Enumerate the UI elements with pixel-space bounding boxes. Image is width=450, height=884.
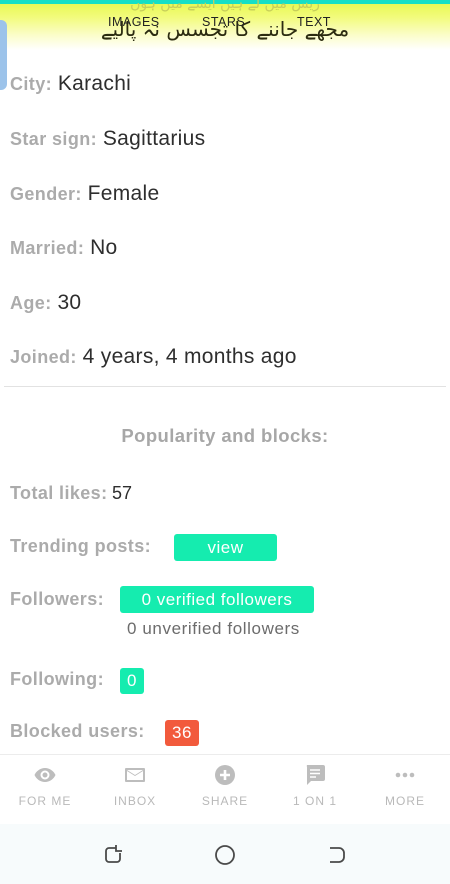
nav-for-me[interactable]: FOR ME [0,755,90,825]
trending-row: Trending posts: [10,536,151,557]
profile-row-gender: Gender: Female [10,182,159,206]
tab-images[interactable]: IMAGES [108,15,160,29]
nav-one-on-one-label: 1 ON 1 [292,794,337,808]
trending-view-button[interactable]: view [174,534,277,561]
unverified-followers-text[interactable]: 0 unverified followers [127,619,300,639]
mail-icon [90,763,180,787]
married-label: Married: [10,238,85,258]
gender-value: Female [87,182,160,205]
profile-row-joined: Joined: 4 years, 4 months ago [10,345,297,369]
age-value: 30 [57,291,82,314]
total-likes-label: Total likes: [10,483,108,503]
nav-share-label: SHARE [201,794,249,808]
star-sign-value: Sagittarius [102,127,206,150]
age-label: Age: [10,293,52,313]
nav-one-on-one[interactable]: 1 ON 1 [270,755,360,825]
nav-inbox[interactable]: INBOX [90,755,180,825]
following-row: Following: [10,669,104,690]
section-divider [4,386,446,387]
popularity-title: Popularity and blocks: [121,425,329,446]
married-value: No [90,236,118,259]
home-icon[interactable] [213,843,237,867]
blocked-label: Blocked users: [10,721,145,741]
recents-icon[interactable] [101,843,125,867]
plus-circle-icon [180,763,270,787]
banner-faint-text: ریس میں لے ہیں ایسے میں ہوں [130,0,320,12]
top-banner: ریس میں لے ہیں ایسے میں ہوں مجھے جاننے ک… [0,0,450,50]
scroll-indicator[interactable] [0,20,7,90]
star-sign-label: Star sign: [10,129,98,149]
profile-row-age: Age: 30 [10,291,81,315]
popularity-section [0,404,450,754]
blocked-count-button[interactable]: 36 [165,720,199,746]
nav-share[interactable]: SHARE [180,755,270,825]
eye-icon [0,763,90,787]
system-nav-bar [0,824,450,884]
profile-row-city: City: Karachi [10,72,131,96]
verified-followers-button[interactable]: 0 verified followers [120,586,314,613]
joined-label: Joined: [10,347,77,367]
more-dots-icon [360,763,450,787]
trending-label: Trending posts: [10,536,151,556]
joined-value: 4 years, 4 months ago [82,345,297,368]
tab-stars[interactable]: STARS [202,15,245,29]
blocked-row: Blocked users: [10,721,145,742]
nav-more-label: MORE [385,794,425,808]
gender-label: Gender: [10,184,82,204]
followers-label: Followers: [10,589,105,609]
tab-text[interactable]: TEXT [297,15,331,29]
nav-for-me-label: FOR ME [18,794,72,808]
nav-more[interactable]: MORE [360,755,450,825]
chat-icon [270,763,360,787]
followers-row: Followers: [10,589,104,610]
nav-inbox-label: INBOX [113,794,157,808]
following-label: Following: [10,669,104,689]
bottom-nav: FOR ME INBOX SHARE 1 ON 1 MORE [0,754,450,824]
city-value: Karachi [57,72,132,95]
following-count-button[interactable]: 0 [120,668,144,694]
back-icon[interactable] [325,843,349,867]
city-label: City: [10,74,52,94]
total-likes-value: 57 [111,483,132,503]
profile-row-star-sign: Star sign: Sagittarius [10,127,205,151]
profile-row-married: Married: No [10,236,118,260]
total-likes-row: Total likes: 57 [10,483,132,504]
